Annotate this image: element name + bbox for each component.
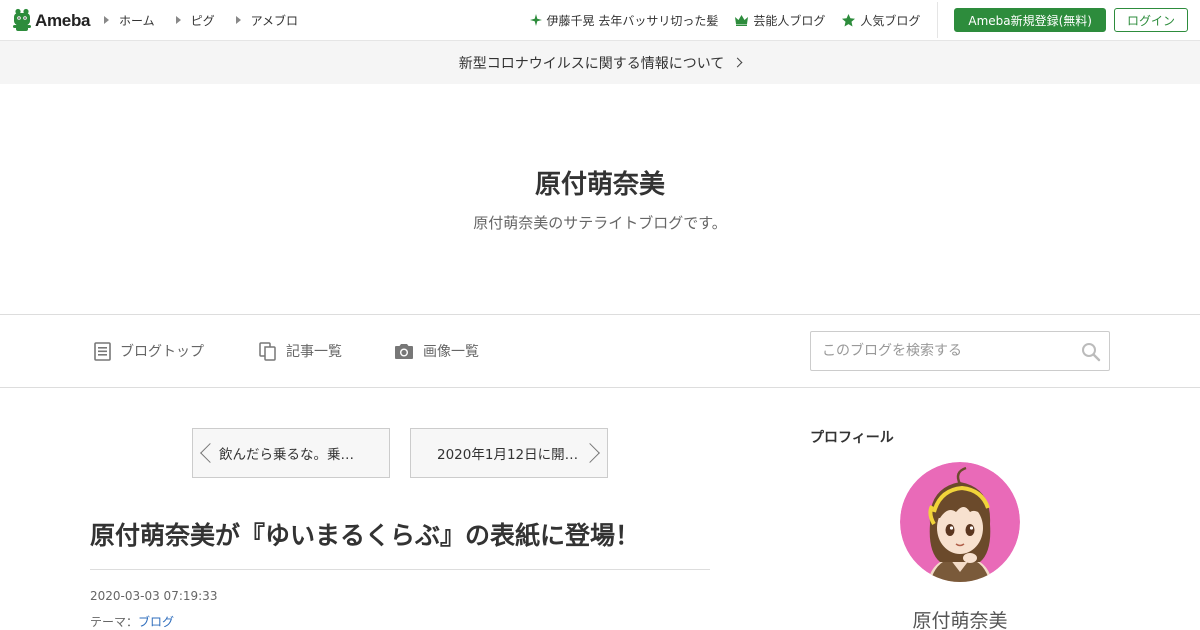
- popular-blog-link[interactable]: 人気ブログ: [842, 12, 920, 29]
- login-button[interactable]: ログイン: [1113, 8, 1188, 32]
- crown-icon: [735, 14, 749, 26]
- profile-avatar[interactable]: [900, 462, 1020, 582]
- notice-text: 新型コロナウイルスに関する情報について: [458, 55, 725, 72]
- blog-nav: ブログトップ 記事一覧 画像一覧: [0, 314, 1200, 388]
- document-icon: [94, 341, 111, 361]
- ameba-logo[interactable]: Ameba: [12, 8, 90, 33]
- nav-pigg[interactable]: ピグ: [175, 12, 215, 29]
- popular-blog-label: 人気ブログ: [860, 13, 921, 28]
- ameba-mascot-icon: [13, 8, 31, 31]
- blog-title[interactable]: 原付萌奈美: [0, 164, 1200, 201]
- triangle-right-icon: [175, 16, 181, 24]
- chevron-right-icon: [732, 57, 743, 68]
- entry-list-link[interactable]: 記事一覧: [259, 315, 342, 387]
- logo-text: Ameba: [35, 10, 91, 30]
- article-theme: テーマ：ブログ: [90, 613, 174, 630]
- celebrity-blog-link[interactable]: 芸能人ブログ: [735, 12, 825, 29]
- header-divider: [937, 2, 939, 38]
- sparkle-icon: [529, 14, 542, 26]
- nav-home-label: ホーム: [119, 13, 155, 28]
- nav-pigg-label: ピグ: [190, 13, 215, 28]
- celebrity-blog-label: 芸能人ブログ: [753, 13, 826, 28]
- blog-search: [810, 331, 1110, 371]
- global-header: Ameba ホーム ピグ アメブロ 伊藤千晃 去年バッサリ切った髪 芸能人ブログ…: [0, 0, 1200, 41]
- image-list-link[interactable]: 画像一覧: [394, 315, 479, 387]
- header-right: 伊藤千晃 去年バッサリ切った髪 芸能人ブログ 人気ブログ Ameba新規登録(無…: [529, 0, 1200, 40]
- blog-top-label: ブログトップ: [120, 344, 204, 360]
- next-entry-button[interactable]: 2020年1月12日に開…: [410, 428, 608, 478]
- star-icon: [842, 13, 856, 26]
- global-nav: ホーム ピグ アメブロ: [104, 0, 319, 40]
- copy-icon: [259, 341, 276, 361]
- article-divider: [90, 569, 710, 570]
- theme-prefix: テーマ：: [90, 615, 139, 629]
- entry-list-label: 記事一覧: [286, 344, 342, 360]
- blog-search-input[interactable]: [811, 332, 1071, 370]
- nav-ameblo-label: アメブロ: [250, 13, 299, 28]
- covid-notice-link[interactable]: 新型コロナウイルスに関する情報について: [0, 41, 1200, 84]
- profile-name[interactable]: 原付萌奈美: [810, 606, 1110, 630]
- prev-entry-button[interactable]: 飲んだら乗るな。乗…: [192, 428, 390, 478]
- chevron-left-icon: [200, 443, 220, 463]
- triangle-right-icon: [235, 16, 241, 24]
- avatar-illustration: [900, 462, 1020, 582]
- nav-ameblo[interactable]: アメブロ: [235, 12, 299, 29]
- trending-topic-label: 伊藤千晃 去年バッサリ切った髪: [546, 13, 719, 28]
- article-title[interactable]: 原付萌奈美が『ゆいまるくらぶ』の表紙に登場！: [90, 518, 710, 554]
- image-list-label: 画像一覧: [423, 344, 479, 360]
- theme-link[interactable]: ブログ: [138, 615, 174, 629]
- blog-description: 原付萌奈美のサテライトブログです。: [473, 214, 727, 232]
- trending-topic-link[interactable]: 伊藤千晃 去年バッサリ切った髪: [529, 12, 719, 29]
- article-date: 2020-03-03 07:19:33: [90, 589, 218, 603]
- prev-entry-label: 飲んだら乗るな。乗…: [219, 447, 354, 463]
- register-button[interactable]: Ameba新規登録(無料): [954, 8, 1106, 32]
- triangle-right-icon: [104, 16, 109, 24]
- profile-heading: プロフィール: [810, 430, 894, 446]
- nav-home[interactable]: ホーム: [104, 12, 155, 29]
- camera-icon: [395, 343, 413, 359]
- blog-top-link[interactable]: ブログトップ: [94, 315, 204, 387]
- search-icon[interactable]: [1081, 342, 1101, 362]
- chevron-right-icon: [580, 443, 600, 463]
- next-entry-label: 2020年1月12日に開…: [437, 447, 579, 463]
